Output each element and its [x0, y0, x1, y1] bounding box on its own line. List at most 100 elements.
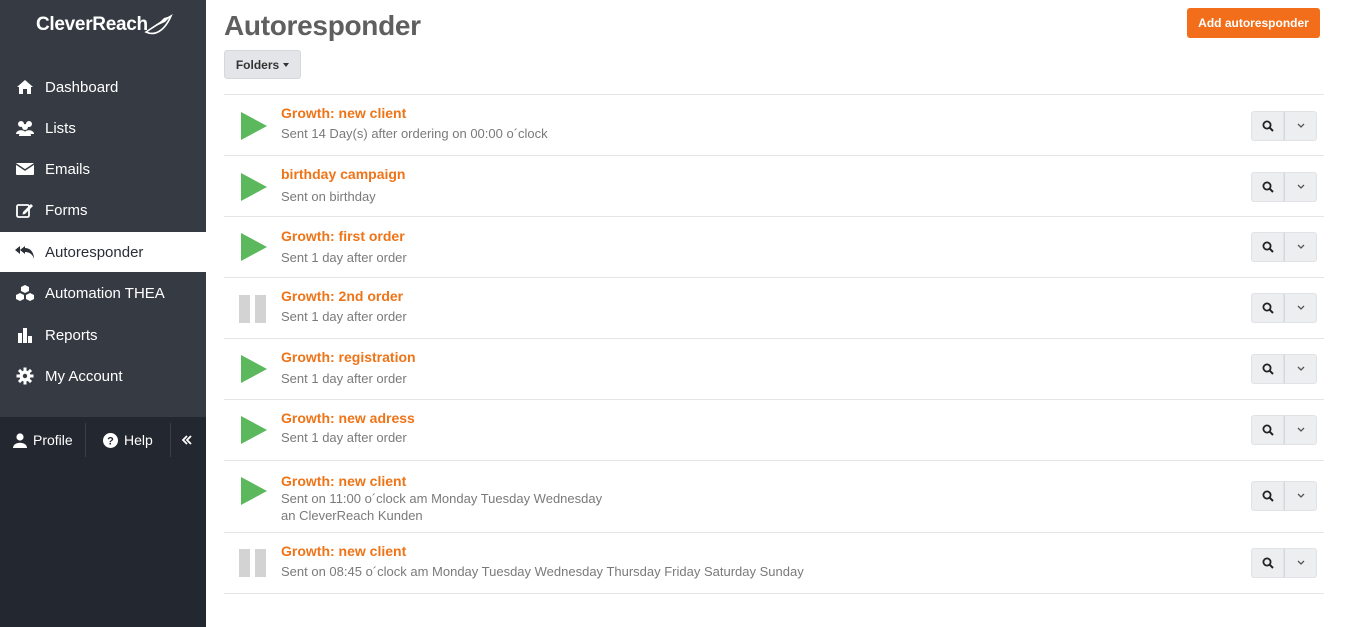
play-icon[interactable]: [238, 232, 268, 262]
sidebar-item-label: Lists: [45, 119, 76, 137]
autoresponder-title[interactable]: Growth: registration: [281, 349, 416, 365]
sidebar-item-label: Forms: [45, 201, 88, 219]
logo[interactable]: CleverReach: [36, 10, 173, 40]
sidebar-item-automation-thea[interactable]: Automation THEA: [0, 273, 206, 313]
chevron-down-icon: [1297, 184, 1304, 189]
play-icon[interactable]: [238, 415, 268, 445]
row-actions: [1251, 481, 1317, 511]
preview-button[interactable]: [1251, 232, 1284, 262]
chevron-down-icon: [1297, 305, 1304, 310]
sidebar-item-lists[interactable]: Lists: [0, 108, 206, 148]
autoresponder-title[interactable]: Growth: new client: [281, 543, 406, 559]
play-icon[interactable]: [238, 354, 268, 384]
sidebar-item-reports[interactable]: Reports: [0, 315, 206, 355]
sidebar-item-autoresponder[interactable]: Autoresponder: [0, 232, 206, 272]
preview-button[interactable]: [1251, 172, 1284, 202]
search-icon: [1262, 120, 1274, 132]
row-options-dropdown[interactable]: [1284, 232, 1317, 262]
chevron-down-icon: [1297, 560, 1304, 565]
double-chevron-left-icon: [182, 435, 192, 445]
play-icon[interactable]: [238, 172, 268, 202]
play-icon[interactable]: [238, 476, 268, 506]
sidebar-footer: Profile ? Help: [0, 417, 206, 463]
row-options-dropdown[interactable]: [1284, 172, 1317, 202]
preview-button[interactable]: [1251, 548, 1284, 578]
autoresponder-schedule: an CleverReach Kunden: [281, 508, 423, 523]
autoresponder-title[interactable]: Growth: 2nd order: [281, 288, 403, 304]
search-icon: [1262, 424, 1274, 436]
sidebar: CleverReach Dashboard Lists Emails Forms…: [0, 0, 206, 627]
sidebar-item-emails[interactable]: Emails: [0, 149, 206, 189]
caret-down-icon: [283, 62, 290, 67]
help-link[interactable]: ? Help: [103, 417, 153, 463]
row-actions: [1251, 293, 1317, 323]
folders-label: Folders: [235, 57, 280, 72]
sidebar-item-my-account[interactable]: My Account: [0, 356, 206, 396]
page-title: Autoresponder: [224, 10, 421, 41]
preview-button[interactable]: [1251, 293, 1284, 323]
row-options-dropdown[interactable]: [1284, 481, 1317, 511]
autoresponder-schedule: Sent on 08:45 o´clock am Monday Tuesday …: [281, 564, 804, 579]
pause-icon[interactable]: [238, 294, 268, 324]
footer-divider: [170, 423, 171, 457]
add-autoresponder-button[interactable]: Add autoresponder: [1187, 8, 1320, 38]
logo-text: CleverReach: [36, 14, 148, 35]
home-icon: [15, 77, 35, 97]
app-window: CleverReach Dashboard Lists Emails Forms…: [0, 0, 1362, 627]
autoresponder-title[interactable]: Growth: new client: [281, 473, 406, 489]
chevron-down-icon: [1297, 123, 1304, 128]
row-options-dropdown[interactable]: [1284, 415, 1317, 445]
sidebar-item-forms[interactable]: Forms: [0, 190, 206, 230]
autoresponder-schedule: Sent 1 day after order: [281, 430, 407, 445]
autoresponder-row: Growth: new adress Sent 1 day after order: [224, 400, 1324, 461]
autoresponder-title[interactable]: Growth: first order: [281, 228, 405, 244]
autoresponder-title[interactable]: birthday campaign: [281, 166, 405, 182]
footer-divider: [85, 423, 86, 457]
autoresponder-row: birthday campaign Sent on birthday: [224, 156, 1324, 217]
preview-button[interactable]: [1251, 354, 1284, 384]
autoresponder-schedule: Sent 1 day after order: [281, 250, 407, 265]
cubes-icon: [15, 283, 35, 303]
gear-icon: [15, 366, 35, 386]
row-options-dropdown[interactable]: [1284, 548, 1317, 578]
autoresponder-title[interactable]: Growth: new adress: [281, 410, 415, 426]
search-icon: [1262, 490, 1274, 502]
autoresponder-schedule: Sent on 11:00 o´clock am Monday Tuesday …: [281, 491, 603, 506]
folders-dropdown-button[interactable]: Folders: [224, 50, 301, 79]
sidebar-item-label: My Account: [45, 367, 123, 385]
chevron-down-icon: [1297, 493, 1304, 498]
preview-button[interactable]: [1251, 481, 1284, 511]
paper-plane-logo-icon: [144, 13, 173, 35]
autoresponder-title[interactable]: Growth: new client: [281, 105, 406, 121]
reply-all-icon: [15, 242, 35, 262]
autoresponder-schedule: Sent on birthday: [281, 189, 376, 204]
preview-button[interactable]: [1251, 111, 1284, 141]
autoresponder-schedule: Sent 1 day after order: [281, 309, 407, 324]
pause-icon[interactable]: [238, 548, 268, 578]
sidebar-item-label: Autoresponder: [45, 243, 144, 261]
row-actions: [1251, 172, 1317, 202]
profile-link[interactable]: Profile: [13, 417, 73, 463]
chevron-down-icon: [1297, 244, 1304, 249]
help-label: Help: [124, 432, 153, 448]
svg-text:?: ?: [107, 435, 114, 447]
search-icon: [1262, 557, 1274, 569]
preview-button[interactable]: [1251, 415, 1284, 445]
chevron-down-icon: [1297, 366, 1304, 371]
autoresponder-row: Growth: new client Sent 14 Day(s) after o…: [224, 95, 1324, 156]
row-actions: [1251, 354, 1317, 384]
users-icon: [15, 118, 35, 138]
sidebar-item-dashboard[interactable]: Dashboard: [0, 67, 206, 107]
play-icon[interactable]: [238, 111, 268, 141]
autoresponder-schedule: Sent 14 Day(s) after ordering on 00:00 o…: [281, 126, 548, 141]
search-icon: [1262, 181, 1274, 193]
collapse-sidebar-button[interactable]: [182, 417, 192, 463]
row-actions: [1251, 232, 1317, 262]
row-options-dropdown[interactable]: [1284, 354, 1317, 384]
chevron-down-icon: [1297, 427, 1304, 432]
row-options-dropdown[interactable]: [1284, 111, 1317, 141]
row-options-dropdown[interactable]: [1284, 293, 1317, 323]
sidebar-item-label: Reports: [45, 326, 98, 344]
bar-chart-icon: [15, 325, 35, 345]
sidebar-nav-panel: CleverReach Dashboard Lists Emails Forms…: [0, 0, 206, 417]
